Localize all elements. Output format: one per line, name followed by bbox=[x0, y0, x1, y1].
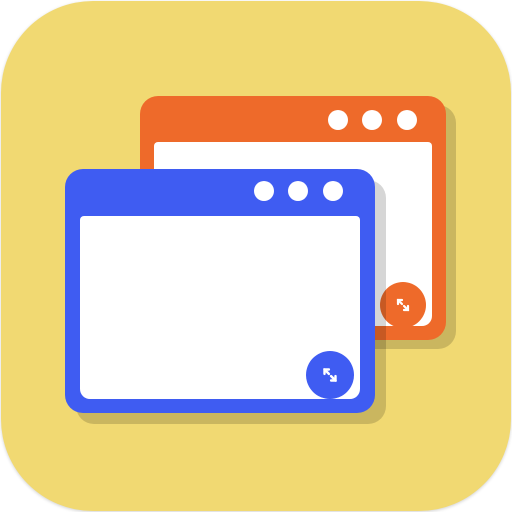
back-window-resize-button[interactable] bbox=[380, 282, 426, 328]
back-window-dot-1[interactable] bbox=[328, 110, 348, 130]
front-window-dot-3[interactable] bbox=[323, 181, 343, 201]
front-window-resize-button[interactable] bbox=[306, 351, 354, 399]
expand-arrows-icon bbox=[396, 298, 410, 312]
front-window-dot-1[interactable] bbox=[254, 181, 274, 201]
back-window-dot-2[interactable] bbox=[362, 110, 382, 130]
front-window[interactable] bbox=[65, 169, 375, 413]
back-window-dot-3[interactable] bbox=[397, 110, 417, 130]
front-window-dot-2[interactable] bbox=[288, 181, 308, 201]
expand-arrows-icon bbox=[323, 368, 337, 382]
